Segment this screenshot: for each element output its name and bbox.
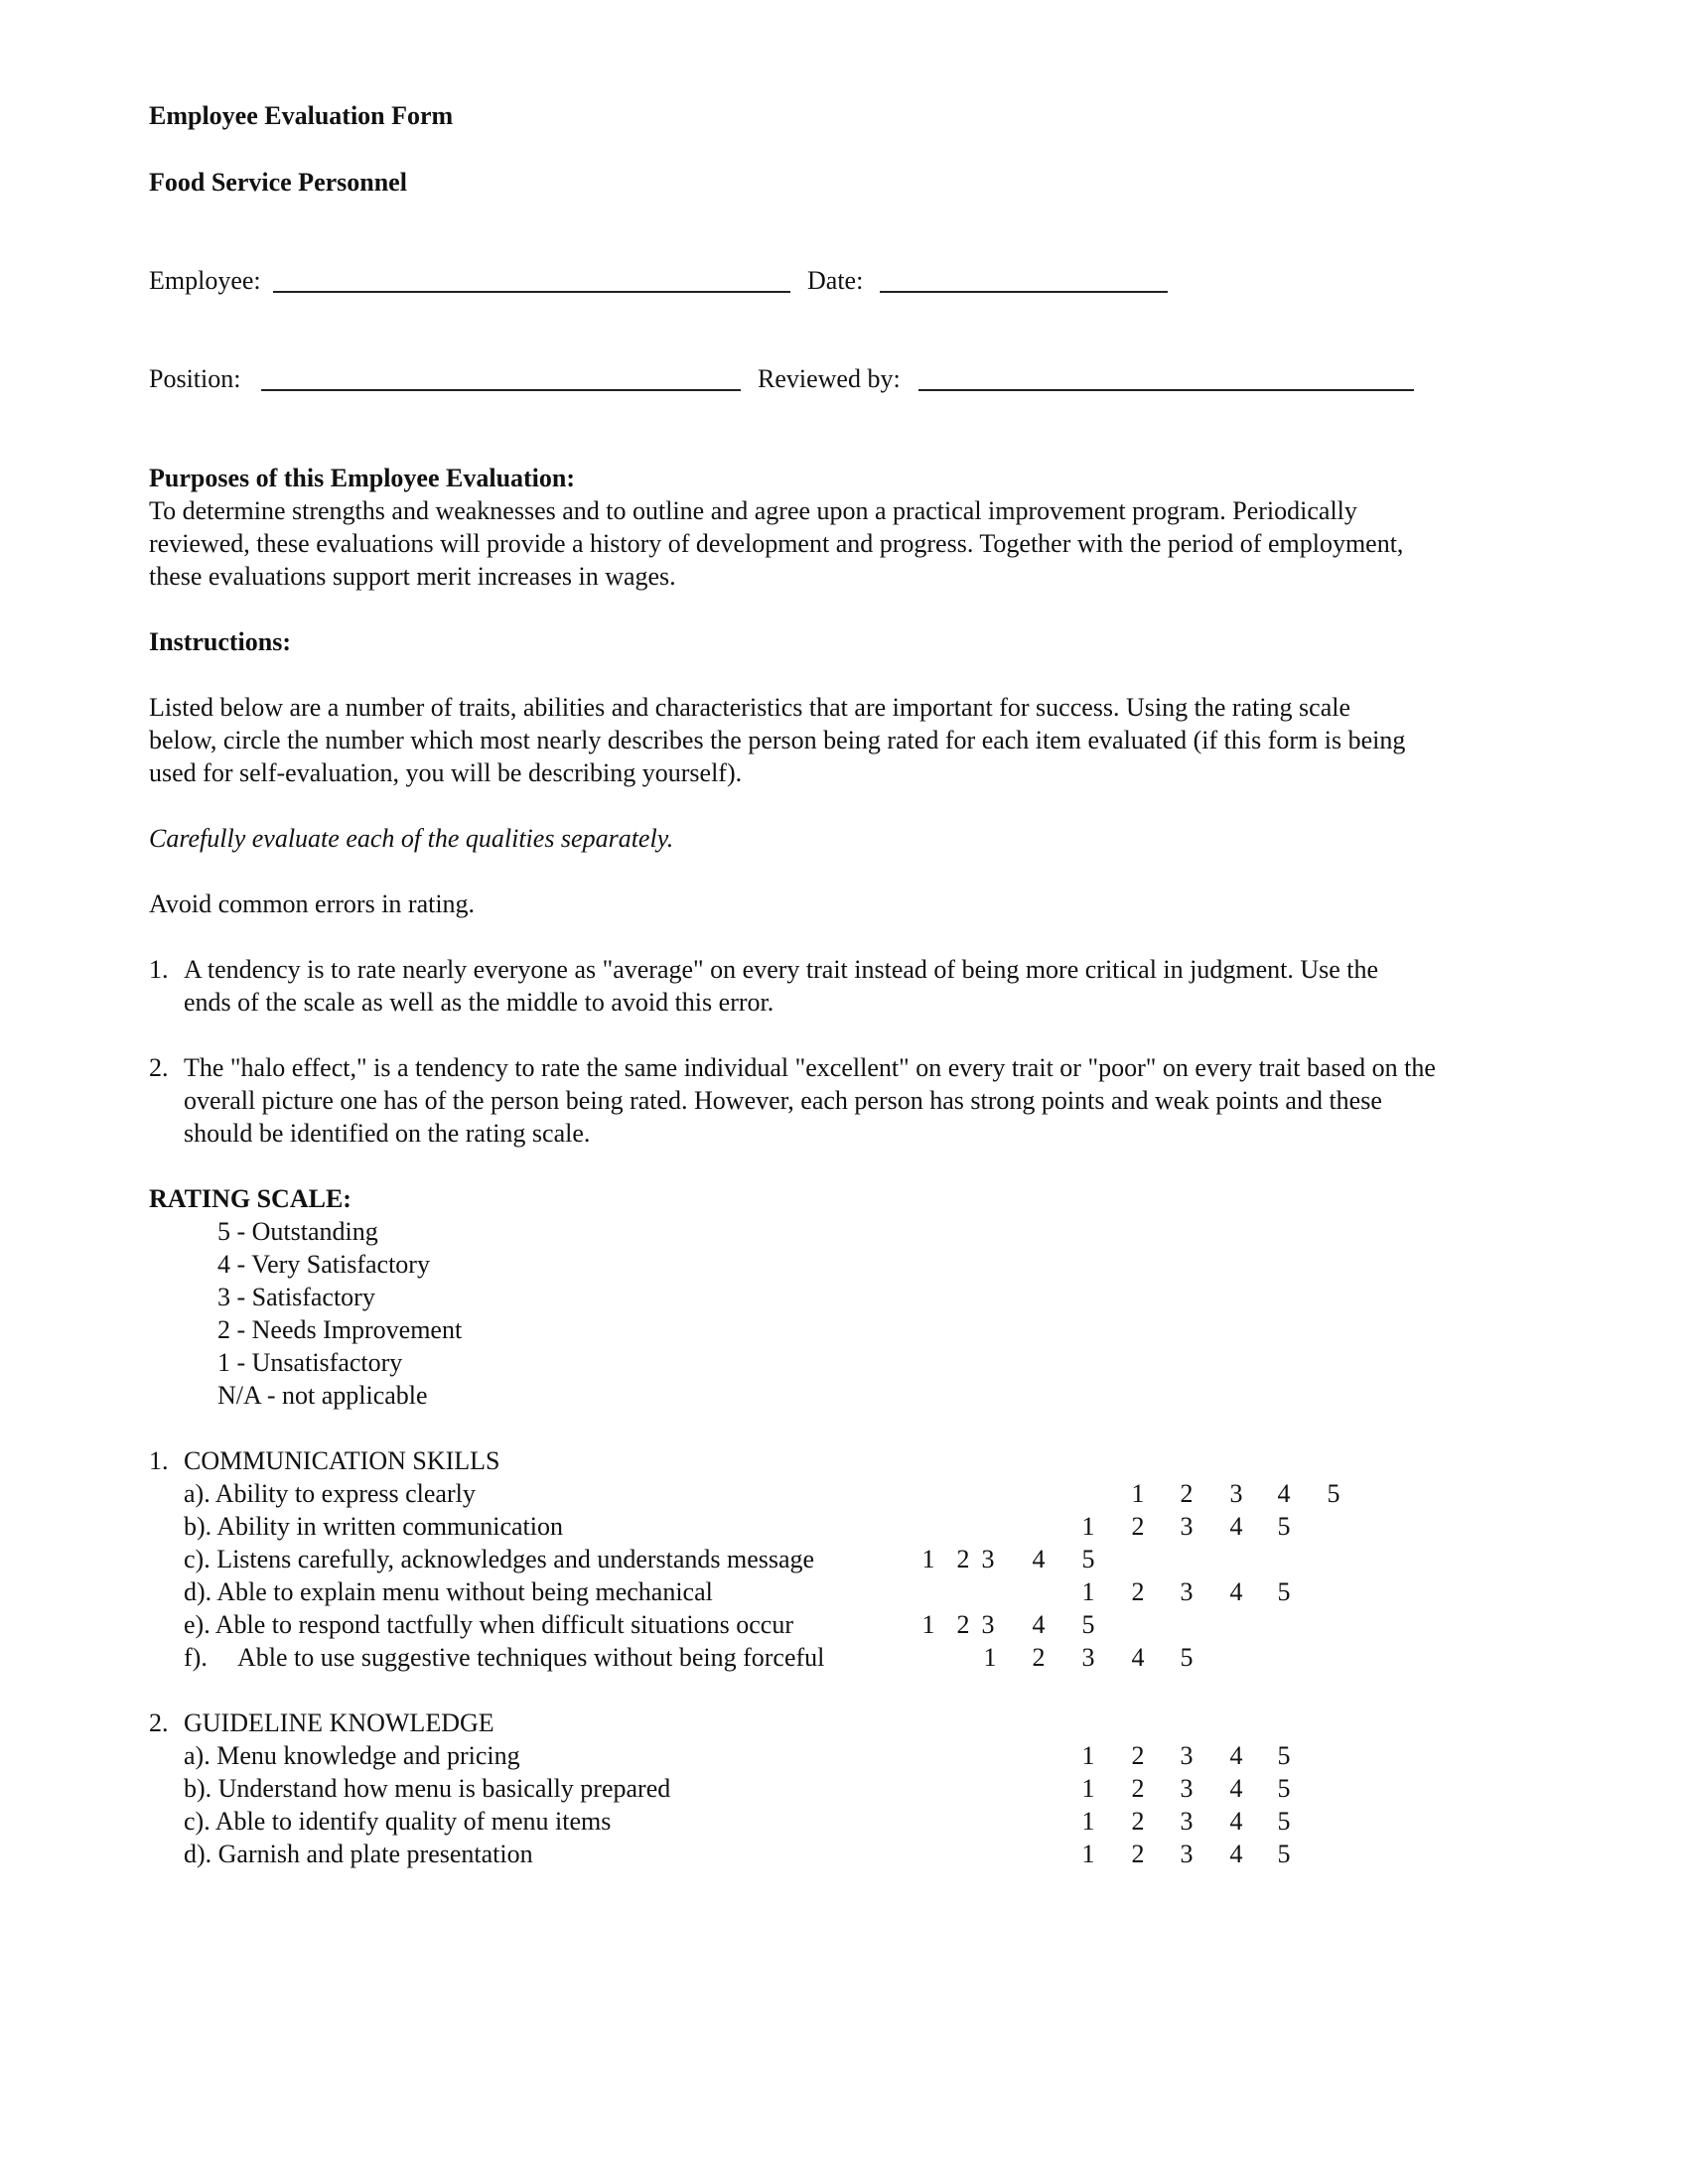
date-field[interactable] <box>880 291 1168 293</box>
rating-option-3[interactable]: 3 <box>978 1543 998 1575</box>
error-line: should be identified on the rating scale… <box>184 1119 591 1148</box>
reviewed-by-field[interactable] <box>918 389 1414 391</box>
rating-option-1[interactable]: 1 <box>980 1641 1000 1674</box>
rating-option-4[interactable]: 4 <box>1226 1805 1246 1838</box>
rating-option-2[interactable]: 2 <box>1128 1510 1148 1543</box>
position-field[interactable] <box>261 389 741 391</box>
purposes-line: these evaluations support merit increase… <box>149 562 676 591</box>
rating-option-5[interactable]: 5 <box>1274 1772 1294 1805</box>
rating-option-4[interactable]: 4 <box>1029 1543 1049 1575</box>
rating-option-5[interactable]: 5 <box>1078 1608 1098 1641</box>
rating-level: 3 - Satisfactory <box>217 1283 375 1311</box>
error-line: overall picture one has of the person be… <box>184 1086 1382 1115</box>
rating-item-label: a). Menu knowledge and pricing <box>184 1741 520 1770</box>
rating-option-3[interactable]: 3 <box>1177 1510 1196 1543</box>
instructions-line: below, circle the number which most near… <box>149 726 1406 754</box>
rating-option-4[interactable]: 4 <box>1274 1477 1294 1510</box>
rating-option-3[interactable]: 3 <box>978 1608 998 1641</box>
section-title-guideline: GUIDELINE KNOWLEDGE <box>184 1708 494 1737</box>
rating-option-4[interactable]: 4 <box>1226 1838 1246 1870</box>
rating-option-3[interactable]: 3 <box>1177 1739 1196 1772</box>
rating-option-2[interactable]: 2 <box>1128 1838 1148 1870</box>
rating-option-3[interactable]: 3 <box>1177 1838 1196 1870</box>
rating-level: N/A - not applicable <box>217 1381 428 1410</box>
rating-item-label: e). Able to respond tactfully when diffi… <box>184 1610 793 1639</box>
rating-option-3[interactable]: 3 <box>1177 1772 1196 1805</box>
rating-option-4[interactable]: 4 <box>1128 1641 1148 1674</box>
rating-scale-heading: RATING SCALE: <box>149 1184 352 1213</box>
rating-option-2[interactable]: 2 <box>1029 1641 1049 1674</box>
error-number: 1. <box>149 955 169 984</box>
rating-option-4[interactable]: 4 <box>1226 1739 1246 1772</box>
purposes-line: reviewed, these evaluations will provide… <box>149 529 1404 558</box>
rating-item-prefix: f). <box>184 1643 208 1672</box>
error-number: 2. <box>149 1053 169 1082</box>
rating-level: 2 - Needs Improvement <box>217 1315 463 1344</box>
rating-option-1[interactable]: 1 <box>1078 1772 1098 1805</box>
rating-option-2[interactable]: 2 <box>1128 1805 1148 1838</box>
rating-option-3[interactable]: 3 <box>1078 1641 1098 1674</box>
rating-option-1[interactable]: 1 <box>1078 1739 1098 1772</box>
rating-item-label: d). Garnish and plate presentation <box>184 1840 533 1868</box>
section-title-communication: COMMUNICATION SKILLS <box>184 1446 500 1475</box>
rating-item-label: b). Understand how menu is basically pre… <box>184 1774 671 1803</box>
rating-option-2[interactable]: 2 <box>953 1608 973 1641</box>
instructions-line: used for self-evaluation, you will be de… <box>149 758 743 787</box>
rating-level: 5 - Outstanding <box>217 1217 378 1246</box>
rating-option-1[interactable]: 1 <box>1078 1575 1098 1608</box>
rating-option-2[interactable]: 2 <box>1128 1739 1148 1772</box>
rating-option-5[interactable]: 5 <box>1078 1543 1098 1575</box>
rating-item-label: d). Able to explain menu without being m… <box>184 1577 713 1606</box>
instructions-heading: Instructions: <box>149 627 292 656</box>
emphasis-note: Carefully evaluate each of the qualities… <box>149 824 674 853</box>
rating-item-label: c). Able to identify quality of menu ite… <box>184 1807 612 1836</box>
rating-item-label: c). Listens carefully, acknowledges and … <box>184 1545 815 1573</box>
form-subtitle: Food Service Personnel <box>149 168 407 197</box>
employee-field[interactable] <box>273 291 790 293</box>
rating-item-label: a). Ability to express clearly <box>184 1479 476 1508</box>
instructions-line: Listed below are a number of traits, abi… <box>149 693 1351 722</box>
rating-option-2[interactable]: 2 <box>953 1543 973 1575</box>
rating-item-label: b). Ability in written communication <box>184 1512 564 1541</box>
error-line: The "halo effect," is a tendency to rate… <box>184 1053 1436 1082</box>
rating-option-1[interactable]: 1 <box>918 1608 938 1641</box>
rating-option-4[interactable]: 4 <box>1226 1510 1246 1543</box>
rating-item-label: Able to use suggestive techniques withou… <box>237 1643 825 1672</box>
rating-option-5[interactable]: 5 <box>1274 1575 1294 1608</box>
rating-option-5[interactable]: 5 <box>1324 1477 1343 1510</box>
rating-option-4[interactable]: 4 <box>1226 1772 1246 1805</box>
employee-label: Employee: <box>149 266 261 295</box>
rating-level: 1 - Unsatisfactory <box>217 1348 403 1377</box>
rating-option-5[interactable]: 5 <box>1274 1805 1294 1838</box>
rating-option-1[interactable]: 1 <box>918 1543 938 1575</box>
rating-option-1[interactable]: 1 <box>1128 1477 1148 1510</box>
rating-option-1[interactable]: 1 <box>1078 1510 1098 1543</box>
rating-option-4[interactable]: 4 <box>1226 1575 1246 1608</box>
error-line: ends of the scale as well as the middle … <box>184 988 774 1017</box>
rating-option-5[interactable]: 5 <box>1177 1641 1196 1674</box>
rating-option-5[interactable]: 5 <box>1274 1838 1294 1870</box>
rating-option-4[interactable]: 4 <box>1029 1608 1049 1641</box>
rating-option-3[interactable]: 3 <box>1177 1805 1196 1838</box>
rating-level: 4 - Very Satisfactory <box>217 1250 430 1279</box>
section-number: 2. <box>149 1708 169 1737</box>
form-title: Employee Evaluation Form <box>149 101 454 130</box>
rating-option-5[interactable]: 5 <box>1274 1510 1294 1543</box>
avoid-errors-note: Avoid common errors in rating. <box>149 889 476 918</box>
reviewed-by-label: Reviewed by: <box>758 364 901 393</box>
rating-option-3[interactable]: 3 <box>1226 1477 1246 1510</box>
rating-option-1[interactable]: 1 <box>1078 1805 1098 1838</box>
error-line: A tendency is to rate nearly everyone as… <box>184 955 1379 984</box>
rating-option-5[interactable]: 5 <box>1274 1739 1294 1772</box>
rating-option-2[interactable]: 2 <box>1177 1477 1196 1510</box>
rating-option-2[interactable]: 2 <box>1128 1575 1148 1608</box>
rating-option-2[interactable]: 2 <box>1128 1772 1148 1805</box>
rating-option-3[interactable]: 3 <box>1177 1575 1196 1608</box>
date-label: Date: <box>807 266 864 295</box>
rating-option-1[interactable]: 1 <box>1078 1838 1098 1870</box>
purposes-line: To determine strengths and weaknesses an… <box>149 496 1357 525</box>
section-number: 1. <box>149 1446 169 1475</box>
purposes-heading: Purposes of this Employee Evaluation: <box>149 464 576 492</box>
position-label: Position: <box>149 364 241 393</box>
